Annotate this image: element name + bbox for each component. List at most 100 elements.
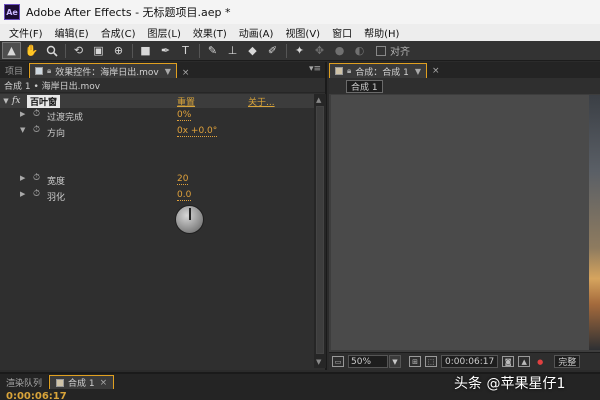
lock-icon[interactable]: 🔒︎ (47, 66, 51, 76)
composition-chip[interactable]: 合成 1 (346, 79, 383, 93)
tab-project[interactable]: 项目 (0, 63, 30, 78)
show-snapshot-icon[interactable]: ▲ (518, 356, 531, 367)
composition-swatch-icon (335, 67, 343, 75)
expand-triangle-icon[interactable]: ▼ (0, 97, 12, 105)
window-title: Adobe After Effects - 无标题项目.aep * (26, 6, 231, 19)
close-icon[interactable]: × (100, 378, 108, 388)
property-value[interactable]: 0% (177, 110, 192, 121)
menu-help[interactable]: 帮助(H) (358, 25, 405, 40)
effect-name: 百叶窗 (27, 94, 61, 108)
zoom-tool-icon[interactable] (42, 42, 61, 59)
composition-navigator: 合成 1 (329, 78, 600, 94)
hand-tool-icon[interactable]: ✋ (22, 42, 41, 59)
camera-tool-icon[interactable]: ▣ (89, 42, 108, 59)
current-time[interactable]: 0:00:06:17 (441, 355, 499, 368)
channel-colors-icon[interactable]: ● (534, 356, 546, 367)
composition-swatch-icon (56, 378, 65, 387)
breadcrumb: 合成 1 • 海岸日出.mov (0, 78, 325, 93)
reset-button[interactable]: 重置 (177, 95, 195, 108)
collapse-triangle-icon[interactable]: ▼ (20, 126, 25, 134)
always-preview-icon[interactable]: ▭ (332, 356, 344, 367)
composition-viewer[interactable] (331, 95, 600, 350)
menu-bar: 文件(F) 编辑(E) 合成(C) 图层(L) 效果(T) 动画(A) 视图(V… (0, 24, 600, 41)
close-icon[interactable]: × (182, 68, 190, 78)
effect-controls-panel: 项目 🔒︎ 效果控件：海岸日出.mov ▼ × ▾≡ 合成 1 • 海岸日出.m… (0, 62, 327, 370)
tab-timeline-composition[interactable]: 合成 1 × (49, 375, 115, 389)
watermark: 头条 @苹果星仔1 (454, 376, 566, 392)
property-value[interactable]: 20 (177, 174, 189, 185)
after-effects-app-icon: Ae (4, 4, 20, 20)
property-value[interactable]: 0.0 (177, 190, 192, 201)
menu-effect[interactable]: 效果(T) (187, 25, 233, 40)
property-row-transition-completion: ▶ ⏱︎ 过渡完成 0% (0, 108, 314, 124)
menu-edit[interactable]: 编辑(E) (49, 25, 95, 40)
type-tool-icon[interactable]: T (176, 42, 195, 59)
stopwatch-icon[interactable]: ⏱︎ (33, 125, 40, 135)
right-tab-bar: 🔒︎ 合成：合成 1 ▼ × (329, 62, 600, 78)
expand-triangle-icon[interactable]: ▶ (20, 110, 25, 118)
composition-panel: 🔒︎ 合成：合成 1 ▼ × 合成 1 ▭ 50% ▼ ⊞ ⬚ 0:00:06:… (329, 62, 600, 370)
menu-animation[interactable]: 动画(A) (233, 25, 280, 40)
resolution-dropdown[interactable]: 完整 (554, 355, 581, 368)
chevron-down-icon[interactable]: ▼ (389, 355, 401, 368)
toolbar-divider (132, 43, 133, 58)
grid-icon[interactable]: ⊞ (409, 356, 421, 367)
toolbar-divider (199, 43, 200, 58)
toolbar-divider (286, 43, 287, 58)
property-row-feather: ▶ ⏱︎ 羽化 0.0 (0, 188, 314, 204)
scroll-up-icon[interactable]: ▲ (316, 96, 321, 104)
tab-label: 效果控件：海岸日出.mov (55, 67, 159, 78)
chevron-down-icon[interactable]: ▼ (165, 67, 171, 76)
snapshot-camera-icon[interactable]: ◙ (502, 356, 515, 367)
snap-label: 对齐 (390, 47, 410, 58)
menu-composition[interactable]: 合成(C) (95, 25, 142, 40)
viewer-controls: ▭ 50% ▼ ⊞ ⬚ 0:00:06:17 ◙ ▲ ● 完整 (329, 352, 600, 370)
rectangle-tool-icon[interactable]: ■ (136, 42, 155, 59)
region-of-interest-icon[interactable]: ⬚ (425, 356, 437, 367)
eraser-tool-icon[interactable]: ◆ (243, 42, 262, 59)
vertical-scrollbar[interactable]: ▲ ▼ (314, 94, 326, 368)
puppet-pin-tool-icon[interactable]: ✦ (290, 42, 309, 59)
left-tab-bar: 项目 🔒︎ 效果控件：海岸日出.mov ▼ × ▾≡ (0, 62, 325, 78)
menu-view[interactable]: 视图(V) (279, 25, 326, 40)
effect-property-list: ▼ fx 百叶窗 重置 关于... ▶ ⏱︎ 过渡完成 0% ▼ ⏱︎ 方向 0… (0, 94, 314, 368)
view-axis-mode-icon: ◐ (354, 44, 365, 57)
timeline-timecode[interactable]: 0:00:06:17 (6, 391, 67, 400)
chevron-down-icon[interactable]: ▼ (415, 67, 421, 76)
brush-tool-icon[interactable]: ✎ (203, 42, 222, 59)
lock-icon[interactable]: 🔒︎ (347, 66, 351, 76)
menu-layer[interactable]: 图层(L) (141, 25, 186, 40)
snap-checkbox[interactable] (376, 45, 386, 56)
roto-brush-tool-icon[interactable]: ✐ (263, 42, 282, 59)
about-button[interactable]: 关于... (248, 95, 275, 108)
tab-render-queue[interactable]: 渲染队列 (0, 375, 50, 389)
scroll-down-icon[interactable]: ▼ (316, 358, 321, 366)
panel-menu-icon[interactable]: ▾≡ (309, 64, 321, 74)
zoom-level[interactable]: 50% (348, 355, 388, 368)
clone-stamp-tool-icon[interactable]: ⊥ (223, 42, 242, 59)
pan-behind-tool-icon[interactable]: ⊕ (109, 42, 128, 59)
close-icon[interactable]: × (432, 66, 440, 76)
selection-tool-icon[interactable]: ▲ (2, 42, 21, 59)
tab-effect-controls[interactable]: 🔒︎ 效果控件：海岸日出.mov ▼ (29, 63, 177, 78)
menu-file[interactable]: 文件(F) (3, 25, 49, 40)
expand-triangle-icon[interactable]: ▶ (20, 190, 25, 198)
stopwatch-icon[interactable]: ⏱︎ (33, 109, 40, 119)
menu-window[interactable]: 窗口 (326, 25, 358, 40)
effect-header-row[interactable]: ▼ fx 百叶窗 重置 关于... (0, 94, 314, 108)
direction-angle-dial[interactable] (175, 205, 204, 234)
property-label: 宽度 (47, 177, 66, 187)
property-label: 过渡完成 (47, 113, 84, 123)
scroll-thumb[interactable] (316, 106, 324, 354)
property-value[interactable]: 0x +0.0° (177, 126, 218, 137)
stopwatch-icon[interactable]: ⏱︎ (33, 189, 40, 199)
rotate-tool-icon[interactable]: ⟲ (69, 42, 88, 59)
pen-tool-icon[interactable]: ✒ (156, 42, 175, 59)
property-label: 羽化 (47, 193, 66, 203)
title-bar: Ae Adobe After Effects - 无标题项目.aep * (0, 0, 600, 24)
tab-composition[interactable]: 🔒︎ 合成：合成 1 ▼ (329, 63, 428, 78)
expand-triangle-icon[interactable]: ▶ (20, 174, 25, 182)
toolbar-divider (65, 43, 66, 58)
fx-icon[interactable]: fx (12, 96, 24, 106)
stopwatch-icon[interactable]: ⏱︎ (33, 173, 40, 183)
